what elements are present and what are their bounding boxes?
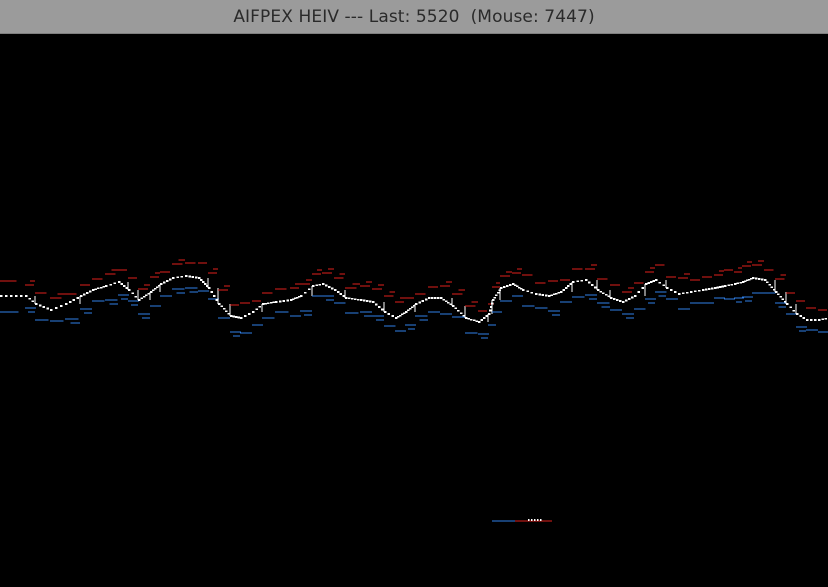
window-title: AIFPEX HEIV --- Last: 5520 (Mouse: 7447) <box>233 6 595 27</box>
window-titlebar[interactable]: AIFPEX HEIV --- Last: 5520 (Mouse: 7447) <box>0 0 828 34</box>
app-window: AIFPEX HEIV --- Last: 5520 (Mouse: 7447) <box>0 0 828 587</box>
price-plot-svg[interactable] <box>0 35 828 587</box>
price-plot-canvas[interactable] <box>0 35 828 587</box>
